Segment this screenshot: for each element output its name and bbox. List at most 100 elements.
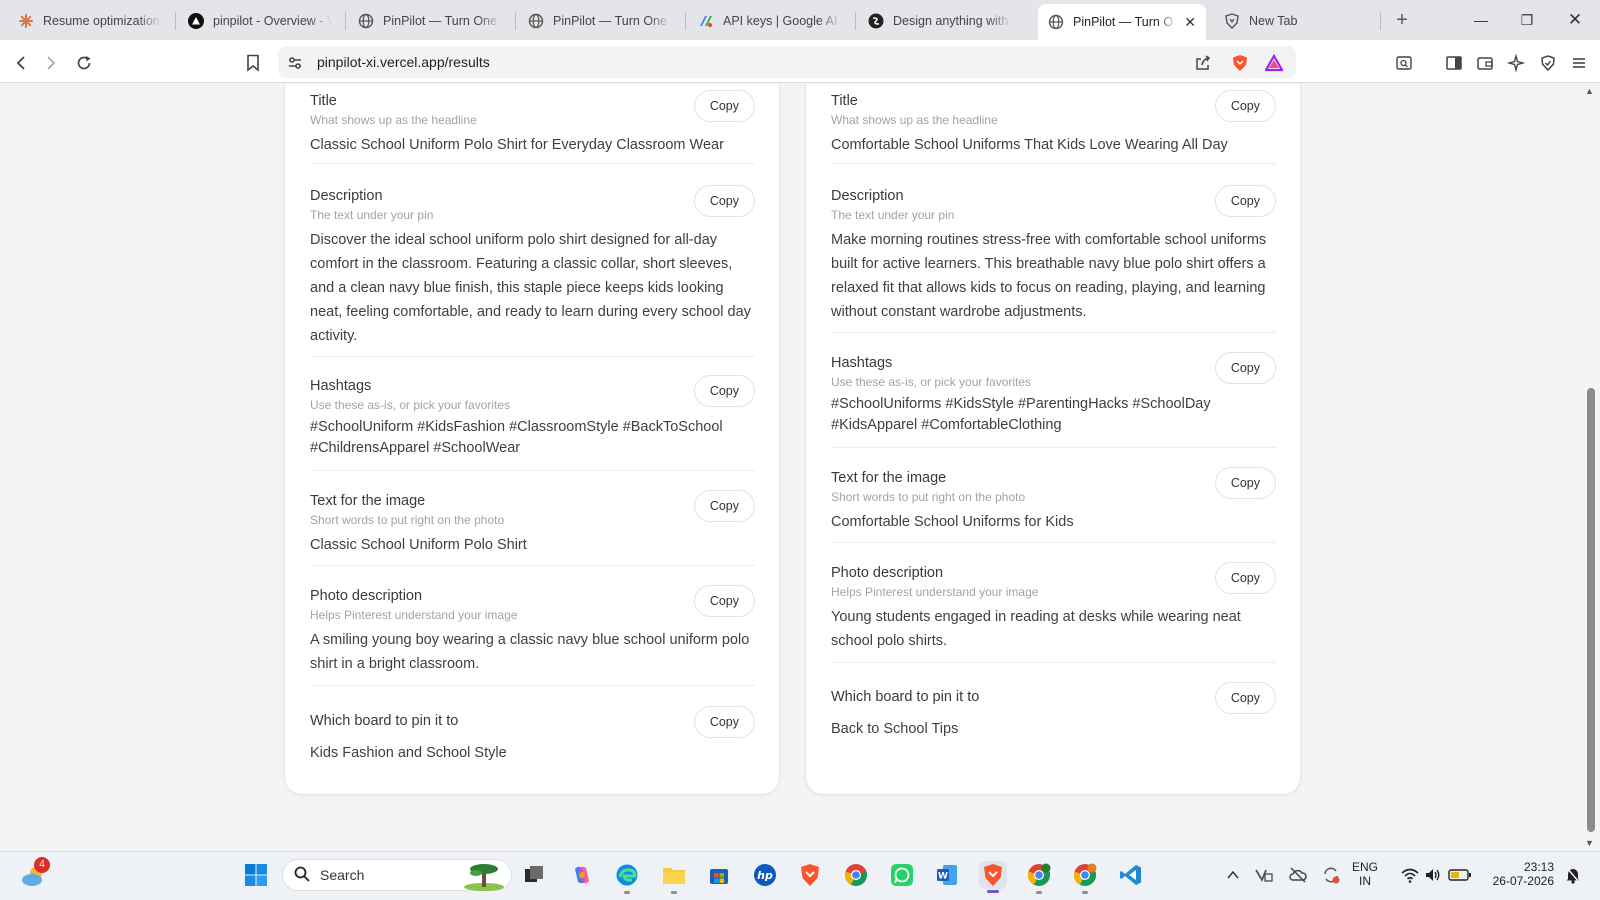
chrome-icon[interactable] bbox=[842, 861, 870, 889]
cloud-offline-icon[interactable] bbox=[1284, 861, 1312, 889]
description-section: Description The text under your pin Disc… bbox=[310, 185, 755, 348]
windows-start-icon[interactable] bbox=[242, 861, 270, 889]
board-section: Which board to pin it to Kids Fashion an… bbox=[310, 706, 755, 765]
tab-pinpilot-1[interactable]: PinPilot — Turn One F bbox=[348, 6, 512, 36]
tab-title: pinpilot - Overview - V bbox=[213, 14, 332, 28]
brave-shields-icon[interactable] bbox=[1227, 50, 1253, 76]
scroll-down-arrow-icon[interactable]: ▼ bbox=[1585, 838, 1594, 848]
task-view-icon[interactable] bbox=[520, 861, 548, 889]
back-arrow-icon[interactable] bbox=[8, 50, 34, 76]
word-icon[interactable]: W bbox=[933, 861, 961, 889]
restore-icon[interactable]: ❐ bbox=[1504, 0, 1550, 40]
vercel-icon bbox=[188, 13, 204, 29]
sync-icon[interactable] bbox=[1317, 861, 1345, 889]
language-code: ENG bbox=[1352, 860, 1379, 874]
design-icon bbox=[868, 13, 884, 29]
copy-button[interactable]: Copy bbox=[1214, 467, 1276, 499]
clock[interactable]: 23:13 26-07-2026 bbox=[1486, 860, 1554, 888]
svg-text:hp: hp bbox=[757, 869, 773, 882]
menu-icon[interactable] bbox=[1566, 50, 1592, 76]
microsoft-store-icon[interactable] bbox=[705, 861, 733, 889]
vpn-shield-icon[interactable] bbox=[1535, 50, 1561, 76]
new-tab-plus-icon[interactable]: + bbox=[1390, 9, 1414, 33]
pin-variant-card: Title What shows up as the headline Comf… bbox=[805, 84, 1301, 795]
chevron-up-icon[interactable] bbox=[1219, 861, 1247, 889]
tab-new-tab[interactable]: New Tab bbox=[1214, 6, 1374, 36]
copy-button[interactable]: Copy bbox=[693, 490, 755, 522]
tab-design-anything[interactable]: Design anything with bbox=[858, 6, 1022, 36]
edge-icon[interactable] bbox=[613, 861, 641, 889]
copy-button[interactable]: Copy bbox=[1214, 352, 1276, 384]
clock-date: 26-07-2026 bbox=[1492, 874, 1554, 888]
globe-icon bbox=[1048, 14, 1064, 30]
brave-browser-active-icon[interactable] bbox=[979, 861, 1007, 889]
copy-button[interactable]: Copy bbox=[693, 585, 755, 617]
share-icon[interactable] bbox=[1190, 50, 1216, 76]
chrome-profile-icon[interactable] bbox=[1025, 861, 1053, 889]
forward-arrow-icon[interactable] bbox=[38, 50, 64, 76]
divider bbox=[831, 332, 1276, 333]
wallet-icon[interactable] bbox=[1472, 50, 1498, 76]
copilot-icon[interactable] bbox=[568, 861, 596, 889]
copy-button[interactable]: Copy bbox=[693, 185, 755, 217]
reader-mode-icon[interactable] bbox=[1391, 50, 1417, 76]
tab-pinpilot-active[interactable]: PinPilot — Turn O ✕ bbox=[1038, 4, 1206, 40]
tab-resume-optimization[interactable]: Resume optimization bbox=[8, 6, 172, 36]
copy-button[interactable]: Copy bbox=[1214, 185, 1276, 217]
reload-icon[interactable] bbox=[71, 50, 97, 76]
file-explorer-icon[interactable] bbox=[660, 861, 688, 889]
divider bbox=[310, 565, 755, 566]
tray-app-icon[interactable] bbox=[1250, 861, 1278, 889]
section-title: Text for the image bbox=[831, 470, 947, 486]
scroll-up-arrow-icon[interactable]: ▲ bbox=[1585, 86, 1594, 96]
section-body: Classic School Uniform Polo Shirt for Ev… bbox=[310, 137, 724, 153]
clock-time: 23:13 bbox=[1523, 860, 1554, 874]
brave-browser-icon[interactable] bbox=[796, 861, 824, 889]
section-subtitle: Use these as-is, or pick your favorites bbox=[310, 398, 511, 412]
copy-button[interactable]: Copy bbox=[693, 375, 755, 407]
site-settings-icon[interactable] bbox=[282, 50, 308, 76]
copy-button[interactable]: Copy bbox=[1214, 682, 1276, 714]
bookmark-icon[interactable] bbox=[240, 50, 266, 76]
language-indicator[interactable]: ENG IN bbox=[1352, 860, 1378, 888]
active-indicator bbox=[987, 890, 999, 893]
search-icon bbox=[294, 866, 310, 887]
divider bbox=[310, 470, 755, 471]
running-indicator bbox=[624, 891, 630, 894]
sidebar-toggle-icon[interactable] bbox=[1441, 50, 1467, 76]
chrome-profile-icon[interactable] bbox=[1071, 861, 1099, 889]
hp-icon[interactable]: hp bbox=[751, 861, 779, 889]
copy-button[interactable]: Copy bbox=[1214, 562, 1276, 594]
tab-separator bbox=[345, 12, 346, 30]
copy-button[interactable]: Copy bbox=[1214, 90, 1276, 122]
section-subtitle: Helps Pinterest understand your image bbox=[831, 585, 1039, 599]
scrollbar-thumb[interactable] bbox=[1587, 388, 1595, 832]
whatsapp-icon[interactable] bbox=[888, 861, 916, 889]
battery-icon[interactable] bbox=[1446, 861, 1474, 889]
window-close-icon[interactable]: ✕ bbox=[1552, 0, 1598, 40]
tab-pinpilot-overview[interactable]: pinpilot - Overview - V bbox=[178, 6, 342, 36]
vscode-icon[interactable] bbox=[1117, 861, 1145, 889]
leo-ai-icon[interactable] bbox=[1503, 50, 1529, 76]
close-icon[interactable]: ✕ bbox=[1184, 14, 1196, 31]
tab-google-ai-keys[interactable]: API keys | Google AI S bbox=[688, 6, 852, 36]
tab-separator bbox=[515, 12, 516, 30]
section-title: Which board to pin it to bbox=[310, 713, 459, 729]
notification-bell-icon[interactable] bbox=[1559, 861, 1587, 889]
section-body: Back to School Tips bbox=[831, 721, 959, 737]
section-subtitle: Use these as-is, or pick your favorites bbox=[831, 375, 1032, 389]
photo-description-section: Photo description Helps Pinterest unders… bbox=[310, 585, 755, 676]
copy-button[interactable]: Copy bbox=[693, 706, 755, 738]
section-subtitle: Short words to put right on the photo bbox=[831, 490, 1026, 504]
section-body: Young students engaged in reading at des… bbox=[831, 609, 1241, 649]
minimize-icon[interactable]: — bbox=[1458, 0, 1504, 40]
divider bbox=[310, 685, 755, 686]
tab-separator bbox=[175, 12, 176, 30]
copy-button[interactable]: Copy bbox=[693, 90, 755, 122]
claude-icon bbox=[18, 13, 34, 29]
brave-rewards-icon[interactable] bbox=[1261, 50, 1287, 76]
volume-icon[interactable] bbox=[1419, 861, 1447, 889]
url-text[interactable]: pinpilot-xi.vercel.app/results bbox=[317, 54, 490, 70]
tab-pinpilot-2[interactable]: PinPilot — Turn One F bbox=[518, 6, 682, 36]
section-subtitle: What shows up as the headline bbox=[831, 113, 998, 127]
